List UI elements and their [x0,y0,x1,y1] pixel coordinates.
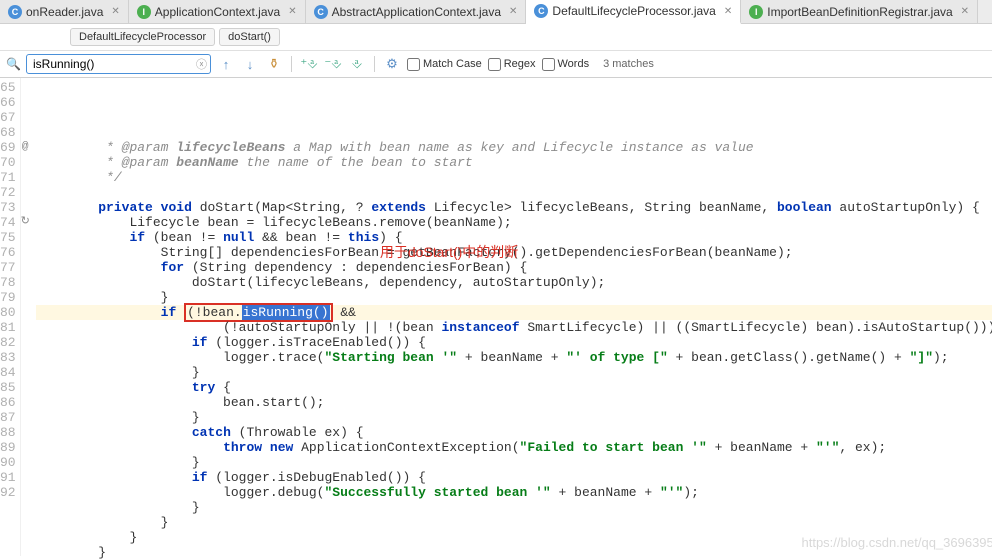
next-down-icon[interactable]: ↓ [241,55,259,73]
code-line: (!autoStartupOnly || !(bean instanceof S… [36,320,992,335]
code-line: try { [36,380,992,395]
code-line: } [36,290,992,305]
code-line: } [36,455,992,470]
tab-label: DefaultLifecycleProcessor.java [552,4,715,18]
code-line: } [36,545,992,560]
code-line: * @param beanName the name of the bean t… [36,155,992,170]
code-area[interactable]: 用于doStart()中的判断 https://blog.csdn.net/qq… [30,78,992,556]
breadcrumb: DefaultLifecycleProcessor doStart() [0,24,992,51]
gutter-marks: @↻ [21,78,30,556]
tab-abstractapplicationcontext-java[interactable]: C AbstractApplicationContext.java ✕ [306,0,527,23]
code-line: if (logger.isDebugEnabled()) { [36,470,992,485]
code-line: logger.debug("Successfully started bean … [36,485,992,500]
words-checkbox[interactable]: Words [542,58,590,71]
tab-applicationcontext-java[interactable]: I ApplicationContext.java ✕ [129,0,306,23]
tab-label: ImportBeanDefinitionRegistrar.java [767,5,952,19]
regex-checkbox[interactable]: Regex [488,58,536,71]
code-line: } [36,515,992,530]
separator [291,56,292,72]
file-type-icon: I [137,5,151,19]
tab-label: ApplicationContext.java [155,5,280,19]
code-line: bean.start(); [36,395,992,410]
search-icon: 🔍 [6,57,20,71]
code-editor[interactable]: 6566676869707172737475767778798081828384… [0,78,992,556]
match-count: 3 matches [603,58,654,70]
tab-defaultlifecycleprocessor-java[interactable]: C DefaultLifecycleProcessor.java ✕ [526,0,741,24]
settings-icon[interactable]: ⚙ [383,55,401,73]
tab-label: onReader.java [26,5,103,19]
code-line: Lifecycle bean = lifecycleBeans.remove(b… [36,215,992,230]
code-line: } [36,410,992,425]
code-line [36,185,992,200]
match-case-checkbox[interactable]: Match Case [407,58,482,71]
close-icon[interactable]: ✕ [509,6,517,17]
tab-onreader-java[interactable]: ConReader.java ✕ [0,0,129,23]
filter-icon[interactable]: ⚱ [265,55,283,73]
annotation-text: 用于doStart()中的判断 [380,245,518,260]
code-line: throw new ApplicationContextException("F… [36,440,992,455]
prev-up-icon[interactable]: ↑ [217,55,235,73]
file-type-icon: C [314,5,328,19]
code-line: } [36,530,992,545]
file-type-icon: I [749,5,763,19]
code-line: } [36,365,992,380]
tab-label: AbstractApplicationContext.java [332,5,501,19]
code-line: * @param lifecycleBeans a Map with bean … [36,140,992,155]
code-line: */ [36,170,992,185]
file-type-icon: C [8,5,22,19]
close-icon[interactable]: ✕ [111,6,119,17]
add-selection-icon[interactable]: ⁺⎀ [300,55,318,73]
find-bar: 🔍 ⓧ ↑ ↓ ⚱ ⁺⎀ ⁻⎀ ⎀ ⚙ Match Case Regex Wor… [0,51,992,78]
close-icon[interactable]: ✕ [724,6,732,17]
breadcrumb-method[interactable]: doStart() [219,28,280,46]
editor-tabs: ConReader.java ✕ I ApplicationContext.java ✕… [0,0,992,24]
code-line: if (bean != null && bean != this) { [36,230,992,245]
tab-importbeandefinitionregistrar-java[interactable]: I ImportBeanDefinitionRegistrar.java ✕ [741,0,978,23]
line-gutter: 6566676869707172737475767778798081828384… [0,78,21,556]
clear-icon[interactable]: ⓧ [196,56,207,72]
code-line: catch (Throwable ex) { [36,425,992,440]
close-icon[interactable]: ✕ [961,6,969,17]
find-input[interactable] [26,54,211,74]
separator [374,56,375,72]
code-line: for (String dependency : dependenciesFor… [36,260,992,275]
code-line: doStart(lifecycleBeans, dependency, auto… [36,275,992,290]
remove-selection-icon[interactable]: ⁻⎀ [324,55,342,73]
code-line: private void doStart(Map<String, ? exten… [36,200,992,215]
code-line: if (!bean.isRunning() && [36,305,992,320]
close-icon[interactable]: ✕ [288,6,296,17]
code-line: } [36,500,992,515]
code-line: if (logger.isTraceEnabled()) { [36,335,992,350]
breadcrumb-class[interactable]: DefaultLifecycleProcessor [70,28,215,46]
select-all-icon[interactable]: ⎀ [348,55,366,73]
code-line: logger.trace("Starting bean '" + beanNam… [36,350,992,365]
file-type-icon: C [534,4,548,18]
